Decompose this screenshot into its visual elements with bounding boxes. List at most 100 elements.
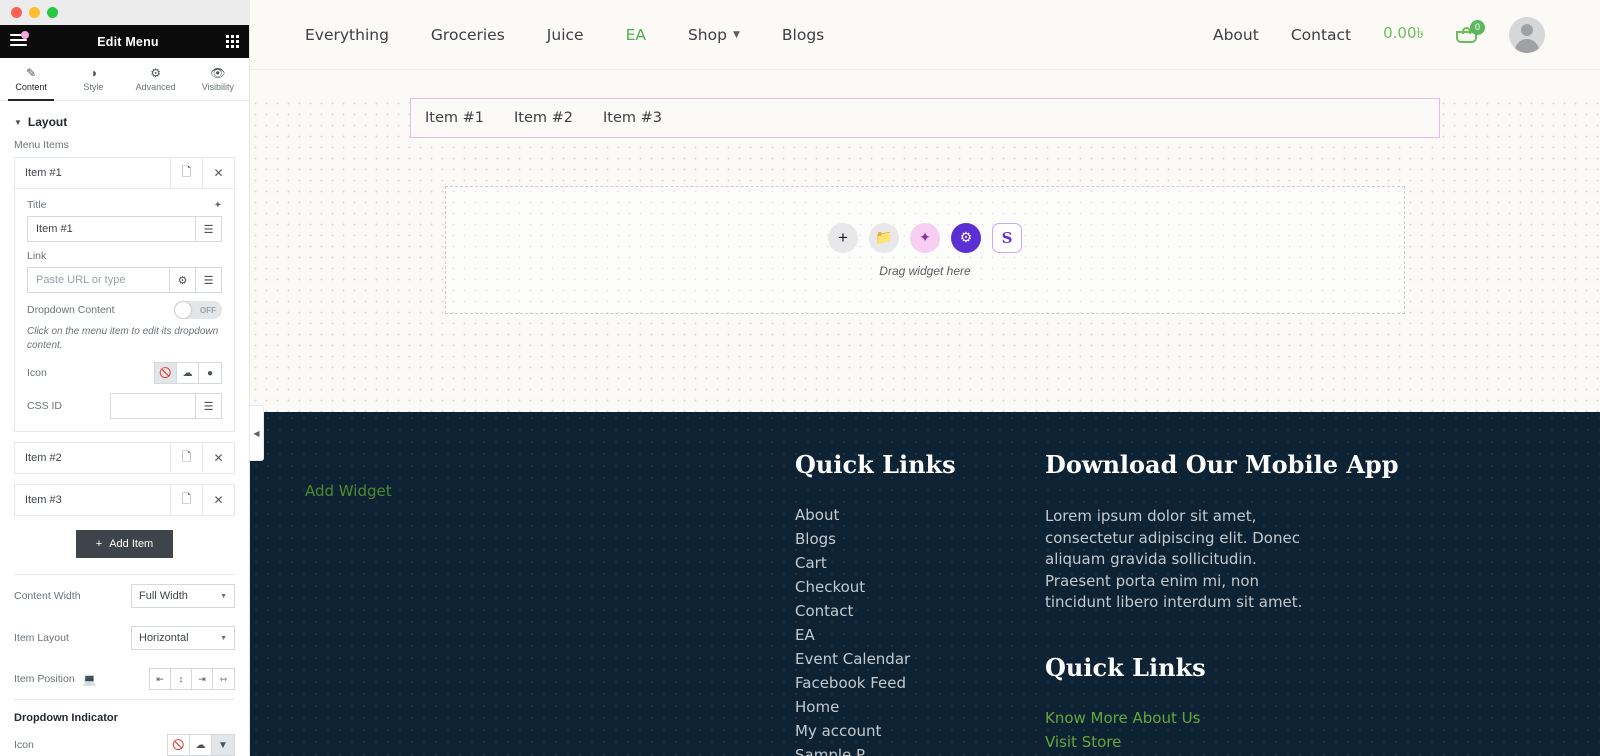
elementor-icon[interactable]: ⚙ xyxy=(951,222,981,253)
duplicate-item-1-icon[interactable]: 🗋 xyxy=(170,158,202,188)
indicator-upload-icon[interactable]: ☁ xyxy=(190,735,212,755)
footer-link-home[interactable]: Home xyxy=(795,698,1025,716)
add-item-button[interactable]: + Add Item xyxy=(75,530,174,558)
panel-title: Edit Menu xyxy=(97,34,159,49)
remove-item-1-icon[interactable]: ✕ xyxy=(202,158,234,188)
grid-apps-icon[interactable] xyxy=(226,35,239,48)
footer-link-event-calendar[interactable]: Event Calendar xyxy=(795,650,1025,668)
footer-link-blogs[interactable]: Blogs xyxy=(795,530,1025,548)
editor-canvas: Item #1 Item #2 Item #3 + 📁 ✦ ⚙ S Drag w… xyxy=(250,98,1600,412)
folder-icon[interactable]: 📁 xyxy=(869,222,899,253)
align-start-icon[interactable]: ⇤ xyxy=(150,669,171,689)
menu-widget-item-2[interactable]: Item #2 xyxy=(514,110,573,126)
remove-item-2-icon[interactable]: ✕ xyxy=(202,443,234,473)
item-position-row: Item Position 💻 ⇤ ↕ ⇥ ⇿ xyxy=(0,659,249,699)
hamburger-icon[interactable] xyxy=(10,30,30,50)
nav-link-about[interactable]: About xyxy=(1213,26,1259,44)
plus-icon[interactable]: + xyxy=(828,222,858,253)
duplicate-item-3-icon[interactable]: 🗋 xyxy=(170,485,202,515)
item-position-label: Item Position xyxy=(14,673,75,685)
footer-link-facebook-feed[interactable]: Facebook Feed xyxy=(795,674,1025,692)
nav-link-contact[interactable]: Contact xyxy=(1291,26,1351,44)
s-logo-icon[interactable]: S xyxy=(992,222,1022,253)
indicator-none-icon[interactable]: 🚫 xyxy=(168,735,190,755)
footer-link-visit-store[interactable]: Visit Store xyxy=(1045,733,1455,751)
tab-advanced[interactable]: ⚙ Advanced xyxy=(125,58,187,100)
nav-link-label: EA xyxy=(625,25,646,44)
css-id-input[interactable] xyxy=(111,394,195,418)
title-dynamic-icon[interactable]: ☰ xyxy=(195,217,221,241)
footer-link-about[interactable]: About xyxy=(795,506,1025,524)
nav-link-ea[interactable]: EA xyxy=(626,26,646,44)
cart-total-price: 0.00৳ xyxy=(1383,24,1424,42)
menu-widget-item-3[interactable]: Item #3 xyxy=(603,110,662,126)
chevron-down-icon: ▼ xyxy=(732,29,740,40)
nav-link-blogs[interactable]: Blogs xyxy=(782,26,824,44)
nav-link-everything[interactable]: Everything xyxy=(305,26,389,44)
indicator-chevron-icon[interactable]: ▼ xyxy=(212,735,234,755)
remove-item-3-icon[interactable]: ✕ xyxy=(202,485,234,515)
align-end-icon[interactable]: ⇥ xyxy=(192,669,213,689)
footer-link-checkout[interactable]: Checkout xyxy=(795,578,1025,596)
panel-header: Edit Menu xyxy=(0,25,249,58)
repeater-row-item-1[interactable]: Item #1 🗋 ✕ xyxy=(14,157,235,189)
item-layout-value: Horizontal xyxy=(139,632,189,644)
repeater-row-item-3[interactable]: Item #3 🗋 ✕ xyxy=(14,484,235,516)
css-id-dynamic-icon[interactable]: ☰ xyxy=(195,394,221,418)
title-input[interactable] xyxy=(28,217,195,241)
nav-link-juice[interactable]: Juice xyxy=(547,26,584,44)
repeater-row-item-2[interactable]: Item #2 🗋 ✕ xyxy=(14,442,235,474)
tab-visibility[interactable]: 👁 Visibility xyxy=(187,58,249,100)
dynamic-tags-icon[interactable]: ✦ xyxy=(214,200,222,211)
content-width-select[interactable]: Full Width ▼ xyxy=(131,584,235,608)
icon-none-icon[interactable]: 🚫 xyxy=(155,363,177,383)
footer-link-know-more[interactable]: Know More About Us xyxy=(1045,709,1455,727)
item-layout-label: Item Layout xyxy=(14,632,69,644)
menu-widget-selected[interactable]: Item #1 Item #2 Item #3 xyxy=(410,98,1440,138)
link-options-gear-icon[interactable]: ⚙ xyxy=(169,268,195,292)
layout-section-title: Layout xyxy=(27,115,68,129)
item-layout-select[interactable]: Horizontal ▼ xyxy=(131,626,235,650)
icon-label: Icon xyxy=(27,367,47,379)
footer-column-mobile-app: Download Our Mobile App Lorem ipsum dolo… xyxy=(1045,450,1475,756)
nav-link-label: Contact xyxy=(1290,25,1352,44)
align-center-icon[interactable]: ↕ xyxy=(171,669,192,689)
desktop-icon[interactable]: 💻 xyxy=(83,673,97,686)
layout-section-header[interactable]: ▼ Layout xyxy=(0,101,249,139)
link-dynamic-icon[interactable]: ☰ xyxy=(195,268,221,292)
footer-add-widget-link[interactable]: Add Widget xyxy=(305,482,775,500)
icon-circle-icon[interactable]: ● xyxy=(199,363,221,383)
footer-link-ea[interactable]: EA xyxy=(795,626,1025,644)
tab-content[interactable]: ✎ Content xyxy=(0,58,62,101)
site-footer: Add Widget Quick Links About Blogs Cart … xyxy=(250,412,1600,756)
contrast-icon: ◑ xyxy=(89,65,97,80)
widget-dropzone[interactable]: + 📁 ✦ ⚙ S Drag widget here xyxy=(445,186,1405,314)
panel-collapse-handle[interactable]: ◀ xyxy=(250,405,264,461)
align-stretch-icon[interactable]: ⇿ xyxy=(213,669,234,689)
duplicate-item-2-icon[interactable]: 🗋 xyxy=(170,443,202,473)
window-minimize-button[interactable] xyxy=(29,7,40,18)
nav-link-groceries[interactable]: Groceries xyxy=(431,26,505,44)
tab-style[interactable]: ◑ Style xyxy=(62,58,124,100)
footer-link-sample-page[interactable]: Sample P xyxy=(795,746,1025,756)
link-input-wrap: ⚙ ☰ xyxy=(27,267,222,293)
nav-link-shop[interactable]: Shop ▼ xyxy=(688,26,740,44)
window-maximize-button[interactable] xyxy=(47,7,58,18)
footer-link-my-account[interactable]: My account xyxy=(795,722,1025,740)
dropdown-content-toggle[interactable]: OFF xyxy=(174,301,222,319)
footer-link-contact[interactable]: Contact xyxy=(795,602,1025,620)
dropdown-indicator-choices: 🚫 ☁ ▼ xyxy=(167,734,235,756)
repeater-item-1-title[interactable]: Item #1 xyxy=(15,158,170,188)
user-avatar-icon[interactable] xyxy=(1509,16,1545,53)
footer-link-cart[interactable]: Cart xyxy=(795,554,1025,572)
ai-sparkle-icon[interactable]: ✦ xyxy=(910,222,940,253)
icon-upload-icon[interactable]: ☁ xyxy=(177,363,199,383)
repeater-item-2-title[interactable]: Item #2 xyxy=(15,443,170,473)
app-root: Edit Menu ✎ Content ◑ Style ⚙ Advanced 👁 xyxy=(0,0,1600,756)
cart-button[interactable]: 0 xyxy=(1456,19,1485,43)
panel-body: ▼ Layout Menu Items Item #1 🗋 ✕ Title ✦ xyxy=(0,101,249,756)
menu-widget-item-1[interactable]: Item #1 xyxy=(425,110,484,126)
repeater-item-3-title[interactable]: Item #3 xyxy=(15,485,170,515)
window-close-button[interactable] xyxy=(11,7,22,18)
link-input[interactable] xyxy=(28,268,169,292)
